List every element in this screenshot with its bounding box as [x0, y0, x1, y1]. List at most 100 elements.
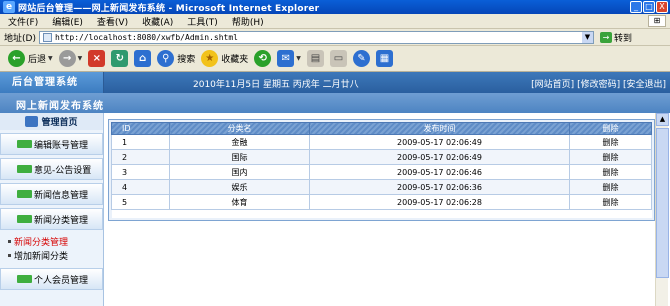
- address-url[interactable]: http://localhost:8080/xwfb/Admin.shtml: [55, 33, 238, 42]
- history-button[interactable]: ⟲: [254, 50, 272, 67]
- sidebar-subitem-category-manage[interactable]: 新闻分类管理: [0, 234, 103, 248]
- delete-link[interactable]: 删除: [569, 164, 652, 180]
- menu-help[interactable]: 帮助(H): [232, 15, 264, 28]
- favorites-button[interactable]: ★ 收藏夹: [201, 50, 248, 67]
- address-field[interactable]: http://localhost:8080/xwfb/Admin.shtml ▼: [38, 30, 594, 44]
- menu-bar: 文件(F) 编辑(E) 查看(V) 收藏(A) 工具(T) 帮助(H) ⊞: [0, 14, 670, 29]
- sidebar-item-categories[interactable]: 新闻分类管理: [0, 208, 103, 230]
- address-dropdown-icon[interactable]: ▼: [581, 31, 593, 43]
- address-label: 地址(D): [4, 33, 36, 44]
- messenger-button[interactable]: ✎: [352, 50, 370, 67]
- browser-toolbar: ← 后退 ▼ → ▼ × ↻ ⌂ ⚲ 搜索 ★ 收藏夹 ⟲ ✉ ▼ ▤ ▭ ✎ …: [0, 46, 670, 72]
- window-title: 网站后台管理——网上新闻发布系统 - Microsoft Internet Ex…: [18, 3, 320, 14]
- go-label: 转到: [613, 33, 632, 44]
- chevron-down-icon[interactable]: ▼: [48, 55, 53, 62]
- cell-name: 金融: [169, 134, 310, 150]
- refresh-icon: ↻: [111, 50, 129, 67]
- app-logo: 后台管理系统: [0, 72, 104, 93]
- top-links: [网站首页] [修改密码] [安全退出]: [531, 77, 666, 90]
- scroll-thumb[interactable]: [656, 128, 669, 278]
- go-button[interactable]: → 转到: [599, 31, 632, 44]
- edit-icon: ▭: [329, 50, 347, 67]
- menu-tools[interactable]: 工具(T): [187, 15, 218, 28]
- delete-link[interactable]: 删除: [569, 134, 652, 150]
- refresh-button[interactable]: ↻: [111, 50, 129, 67]
- ie-logo-icon: e: [3, 1, 15, 13]
- stop-button[interactable]: ×: [88, 50, 106, 67]
- close-button[interactable]: X: [656, 1, 668, 13]
- cell-id: 4: [111, 179, 170, 195]
- cell-id: 2: [111, 149, 170, 165]
- bullet-icon: [8, 253, 11, 257]
- arrow-icon: [17, 190, 32, 198]
- sidebar-subitem-add-category[interactable]: 增加新闻分类: [0, 248, 103, 262]
- search-button[interactable]: ⚲ 搜索: [157, 50, 195, 67]
- sidebar-item-notice[interactable]: 意见-公告设置: [0, 158, 103, 180]
- sidebar-item-members[interactable]: 个人会员管理: [0, 268, 103, 290]
- table-row: 5 体育 2009-05-17 02:06:28 删除: [111, 194, 652, 210]
- delete-link[interactable]: 删除: [569, 179, 652, 195]
- window-controls: _ □ X: [630, 1, 668, 13]
- sidebar-item-label: 意见-公告设置: [34, 165, 92, 176]
- favorites-label: 收藏夹: [221, 55, 249, 65]
- vertical-scrollbar[interactable]: ▲: [655, 113, 669, 306]
- menu-edit[interactable]: 编辑(E): [52, 15, 83, 28]
- forward-arrow-icon: →: [58, 50, 76, 67]
- cell-time: 2009-05-17 02:06:28: [309, 194, 570, 210]
- menu-favorites[interactable]: 收藏(A): [142, 15, 173, 28]
- cell-name: 娱乐: [169, 179, 310, 195]
- delete-link[interactable]: 删除: [569, 149, 652, 165]
- app-header: 后台管理系统 2010年11月5日 星期五 丙戌年 二月廿八 [网站首页] [修…: [0, 72, 670, 93]
- sidebar-subitem-label: 增加新闻分类: [14, 251, 69, 262]
- table-row: 4 娱乐 2009-05-17 02:06:36 删除: [111, 179, 652, 195]
- cell-time: 2009-05-17 02:06:36: [309, 179, 570, 195]
- menu-file[interactable]: 文件(F): [8, 15, 38, 28]
- system-title-bar: 网上新闻发布系统: [0, 93, 670, 113]
- address-bar: 地址(D) http://localhost:8080/xwfb/Admin.s…: [0, 29, 670, 46]
- sidebar-item-label: 新闻信息管理: [34, 190, 89, 201]
- bullet-icon: [8, 239, 11, 243]
- main-content: ID 分类名 发布时间 删除 1 金融 2009-05-17 02:06:49 …: [104, 113, 670, 306]
- chevron-down-icon[interactable]: ▼: [296, 55, 301, 62]
- sidebar-item-news[interactable]: 新闻信息管理: [0, 183, 103, 205]
- minimize-button[interactable]: _: [630, 1, 642, 13]
- table-row: 3 国内 2009-05-17 02:06:46 删除: [111, 164, 652, 180]
- star-icon: ★: [201, 50, 219, 67]
- arrow-icon: [17, 140, 32, 148]
- cell-id: 1: [111, 134, 170, 150]
- sidebar-home-label: 管理首页: [41, 118, 78, 128]
- sidebar-home[interactable]: 管理首页: [0, 113, 103, 130]
- sidebar-item-label: 个人会员管理: [34, 275, 89, 286]
- research-icon: ▦: [375, 50, 393, 67]
- menu-view[interactable]: 查看(V): [97, 15, 128, 28]
- mail-button[interactable]: ✉ ▼: [277, 50, 301, 67]
- table-spacer-row: [111, 209, 652, 218]
- system-title: 网上新闻发布系统: [16, 101, 104, 112]
- back-button[interactable]: ← 后退 ▼: [8, 50, 53, 67]
- scroll-up-icon[interactable]: ▲: [656, 113, 669, 126]
- research-button[interactable]: ▦: [375, 50, 393, 67]
- back-label: 后退: [28, 55, 47, 65]
- print-button[interactable]: ▤: [306, 50, 324, 67]
- chevron-down-icon[interactable]: ▼: [78, 55, 83, 62]
- window-title-bar: e 网站后台管理——网上新闻发布系统 - Microsoft Internet …: [0, 0, 670, 14]
- col-header-delete: 删除: [569, 122, 652, 135]
- maximize-button[interactable]: □: [643, 1, 655, 13]
- link-site-home[interactable]: [网站首页]: [531, 80, 574, 90]
- date-line: 2010年11月5日 星期五 丙戌年 二月廿八: [193, 80, 359, 90]
- home-icon: ⌂: [134, 50, 152, 67]
- arrow-icon: [17, 275, 32, 283]
- col-header-name: 分类名: [169, 122, 310, 135]
- forward-button[interactable]: → ▼: [58, 50, 83, 67]
- cell-name: 国内: [169, 164, 310, 180]
- sidebar-item-accounts[interactable]: 编辑账号管理: [0, 133, 103, 155]
- link-change-password[interactable]: [修改密码]: [577, 80, 620, 90]
- home-button[interactable]: ⌂: [134, 50, 152, 67]
- delete-link[interactable]: 删除: [569, 194, 652, 210]
- cell-name: 体育: [169, 194, 310, 210]
- edit-button[interactable]: ▭: [329, 50, 347, 67]
- cell-time: 2009-05-17 02:06:49: [309, 149, 570, 165]
- messenger-icon: ✎: [352, 50, 370, 67]
- link-logout[interactable]: [安全退出]: [623, 80, 666, 90]
- back-arrow-icon: ←: [8, 50, 25, 67]
